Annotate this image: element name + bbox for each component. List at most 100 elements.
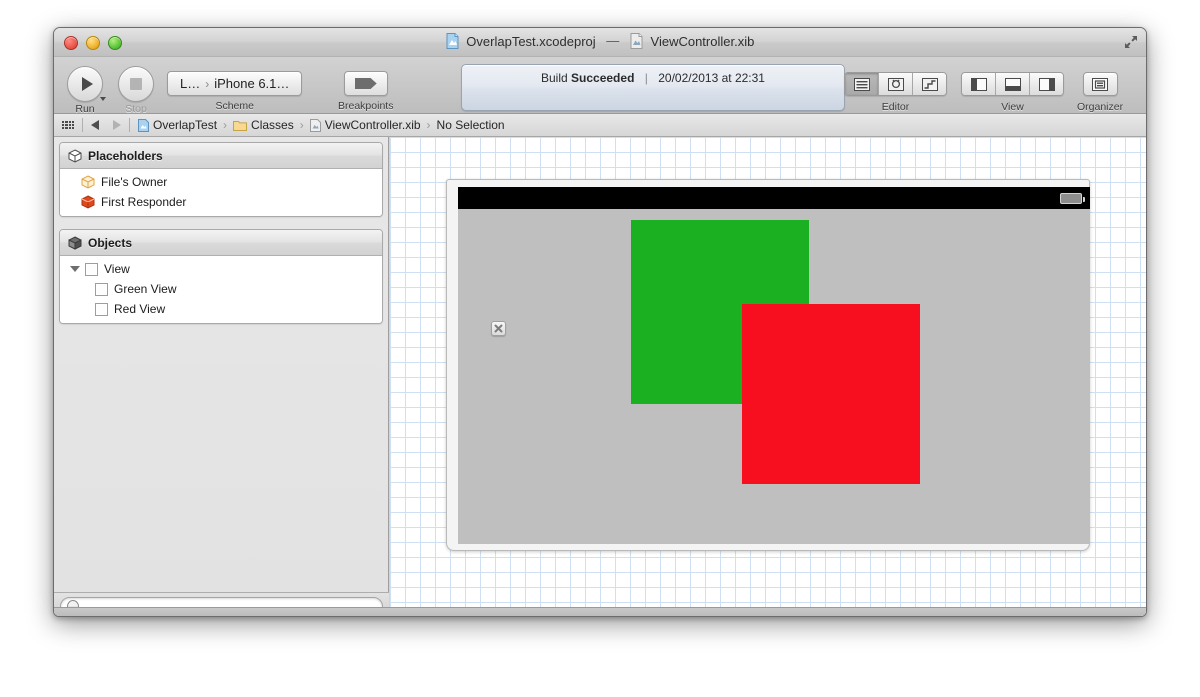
main-toolbar: Run Stop L… › iPhone 6.1… Scheme Breakpo… [54,57,1146,115]
list-item-label: File's Owner [101,175,168,189]
wireframe-cube-icon [80,175,96,189]
xcode-project-icon [138,118,149,132]
tree-item-view[interactable]: View [60,259,382,279]
build-status-separator: | [644,71,648,85]
editor-label: Editor [881,101,910,113]
jump-bar-divider-2 [129,118,130,132]
breadcrumb-item-project[interactable]: OverlapTest [138,118,217,132]
organizer-group: Organizer [1077,72,1123,113]
list-item-files-owner[interactable]: File's Owner [60,172,382,192]
placeholders-panel: Placeholders File's Owner First Responde… [59,142,383,217]
screenshot-root: OverlapTest.xcodeproj — ViewController.x… [0,0,1200,697]
breadcrumb-label: OverlapTest [153,118,218,132]
fullscreen-icon[interactable] [1123,34,1139,50]
root-view[interactable] [458,187,1090,544]
stop-icon [130,78,142,90]
objects-panel: Objects View Green View Red View [59,229,383,324]
view-proxy-icon [95,302,108,316]
breadcrumb-chevron-icon: › [223,118,228,132]
window-title-project: OverlapTest.xcodeproj [466,34,596,50]
chevron-down-icon[interactable] [70,266,80,272]
activity-view: Build Succeeded | 20/02/2013 at 22:31 [461,64,845,111]
scheme-project-name: L… [180,76,201,91]
xcode-project-icon [446,32,459,49]
window-body: Placeholders File's Owner First Responde… [54,137,1146,616]
window-title-dash: — [606,33,620,48]
utilities-toggle-button[interactable] [1030,73,1063,95]
xib-file-icon [630,32,643,49]
objects-header[interactable]: Objects [60,230,382,256]
tree-item-red-view[interactable]: Red View [60,299,382,319]
jump-bar: OverlapTest › Classes › ViewController.x… [54,114,1146,137]
device-frame[interactable] [446,179,1090,551]
debug-area-toggle-button[interactable] [996,73,1030,95]
run-group: Run [67,66,106,115]
red-view[interactable] [742,304,920,484]
window-title-file: ViewController.xib [650,34,755,50]
stop-button[interactable] [118,66,154,102]
breadcrumb-item-selection[interactable]: No Selection [437,118,505,132]
editor-group: Editor [844,72,947,113]
run-dropdown-caret-icon [100,97,106,101]
interface-builder-canvas[interactable] [390,137,1146,616]
breadcrumb-chevron-icon: › [299,118,304,132]
wireframe-cube-icon [68,148,82,163]
view-label: View [1001,101,1024,113]
scheme-label: Scheme [215,100,254,112]
view-proxy-icon [85,262,98,276]
tree-item-label: Green View [114,282,177,296]
jump-bar-divider-1 [82,118,83,132]
navigate-back-icon[interactable] [91,120,99,130]
window-titlebar: OverlapTest.xcodeproj — ViewController.x… [54,28,1146,57]
placeholders-header-label: Placeholders [88,148,163,163]
build-status-result: Succeeded [571,71,635,85]
play-icon [81,77,93,91]
tree-item-label: View [104,262,130,276]
view-segmented-control [961,72,1064,96]
status-bar [458,187,1090,209]
document-outline-navigator: Placeholders File's Owner First Responde… [54,137,389,616]
close-view-badge-icon[interactable] [491,321,506,336]
editor-segmented-control [844,72,947,96]
standard-editor-button[interactable] [845,73,879,95]
window-bottom-bar [54,607,1146,616]
organizer-label: Organizer [1077,101,1124,113]
assistant-editor-button[interactable] [879,73,913,95]
view-proxy-icon [95,282,108,296]
build-status-timestamp: 20/02/2013 at 22:31 [658,71,765,85]
window-title: OverlapTest.xcodeproj — ViewController.x… [54,32,1146,50]
breadcrumb-item-folder[interactable]: Classes [233,118,294,132]
scheme-separator-icon: › [205,76,210,91]
objects-header-label: Objects [88,235,133,250]
scheme-destination-name: iPhone 6.1… [214,76,290,91]
folder-icon [233,119,248,131]
stop-group: Stop [118,66,154,115]
list-item-label: First Responder [101,195,187,209]
objects-tree: View Green View Red View [60,256,382,323]
scheme-group: L… › iPhone 6.1… Scheme [167,71,303,112]
build-status-prefix: Build [541,71,568,85]
version-editor-button[interactable] [913,73,946,95]
breakpoints-group: Breakpoints [338,71,393,112]
xcode-window: OverlapTest.xcodeproj — ViewController.x… [53,27,1147,617]
build-status-line: Build Succeeded | 20/02/2013 at 22:31 [462,71,844,85]
red-cube-icon [80,195,96,209]
related-items-icon[interactable] [62,120,74,130]
battery-icon [1060,193,1085,204]
xib-file-icon [309,118,321,132]
navigator-toggle-button[interactable] [962,73,996,95]
breadcrumb-chevron-icon: › [426,118,431,132]
breakpoints-label: Breakpoints [338,100,394,112]
breadcrumb-item-file[interactable]: ViewController.xib [309,118,421,132]
breadcrumb-label: ViewController.xib [324,118,421,132]
list-item-first-responder[interactable]: First Responder [60,192,382,212]
run-button[interactable] [67,66,106,102]
breakpoints-button[interactable] [343,71,388,96]
navigate-forward-icon[interactable] [113,120,121,130]
solid-cube-icon [68,235,82,250]
placeholders-header[interactable]: Placeholders [60,143,382,169]
view-group: View [961,72,1064,113]
scheme-selector-button[interactable]: L… › iPhone 6.1… [167,71,303,96]
organizer-button[interactable] [1082,72,1118,96]
tree-item-green-view[interactable]: Green View [60,279,382,299]
